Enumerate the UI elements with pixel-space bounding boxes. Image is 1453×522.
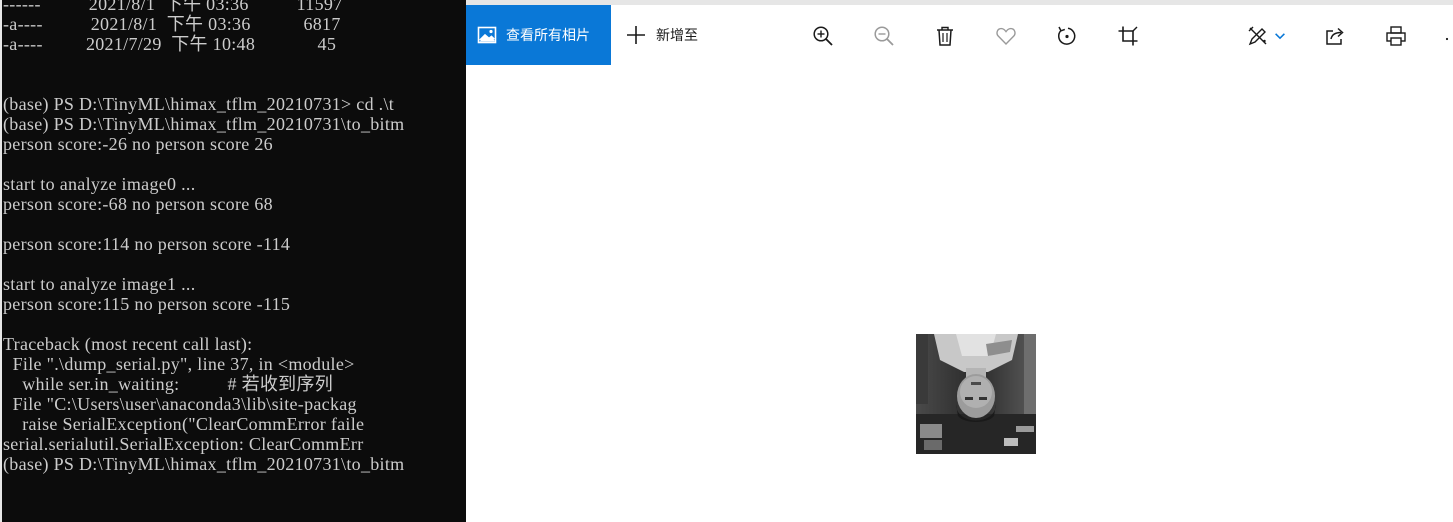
zoom-out-button[interactable] [870, 22, 898, 50]
terminal-line: (base) PS D:\TinyML\himax_tflm_20210731\… [3, 454, 405, 474]
more-dots-icon [1445, 37, 1449, 41]
view-all-photos-button[interactable]: 查看所有相片 [466, 5, 611, 65]
terminal-line: while ser.in_waiting: # 若收到序列 [3, 374, 334, 394]
edit-brush-icon [1248, 26, 1267, 46]
terminal-line: person score:-68 no person score 68 [3, 194, 273, 214]
chevron-down-icon [1275, 33, 1285, 40]
trash-icon [937, 26, 953, 46]
share-button[interactable] [1321, 22, 1349, 50]
zoom-in-icon [813, 26, 833, 46]
terminal-line: ------ 2021/8/1 下午 03:36 11597 [3, 0, 343, 14]
rotate-button[interactable] [1053, 22, 1081, 50]
terminal-line: Traceback (most recent call last): [3, 334, 253, 354]
zoom-in-button[interactable] [809, 22, 837, 50]
photo-gallery-icon [477, 26, 497, 44]
plus-icon [627, 26, 645, 44]
share-icon [1326, 27, 1344, 45]
terminal-line: start to analyze image1 ... [3, 274, 196, 294]
crop-button[interactable] [1114, 22, 1142, 50]
add-to-button[interactable]: 新增至 [626, 5, 698, 65]
photo-toolbar: 查看所有相片 新增至 [466, 5, 1453, 65]
crop-icon [1118, 26, 1138, 46]
edit-dropdown-button[interactable] [1272, 22, 1288, 50]
terminal-edge [0, 0, 2, 522]
terminal-window[interactable]: ------ 2021/8/1 下午 03:36 11597 -a---- 20… [0, 0, 466, 522]
rotate-icon [1057, 26, 1076, 45]
heart-icon [996, 27, 1016, 46]
print-button[interactable] [1382, 22, 1410, 50]
terminal-line: File "C:\Users\user\anaconda3\lib\site-p… [3, 394, 357, 414]
displayed-photo [916, 334, 1036, 454]
terminal-line: raise SerialException("ClearCommError fa… [3, 414, 365, 434]
terminal-line: start to analyze image0 ... [3, 174, 196, 194]
delete-button[interactable] [931, 22, 959, 50]
edit-create-button[interactable] [1244, 22, 1272, 50]
terminal-line: person score:-26 no person score 26 [3, 134, 273, 154]
view-all-photos-label: 查看所有相片 [506, 28, 590, 44]
terminal-line: -a---- 2021/7/29 下午 10:48 45 [3, 34, 337, 54]
more-options-button[interactable] [1438, 22, 1453, 50]
terminal-line: (base) PS D:\TinyML\himax_tflm_20210731>… [3, 94, 395, 114]
terminal-line: person score:114 no person score -114 [3, 234, 291, 254]
terminal-line: person score:115 no person score -115 [3, 294, 291, 314]
add-to-label: 新增至 [656, 28, 698, 44]
terminal-line: -a---- 2021/8/1 下午 03:36 6817 [3, 14, 341, 34]
terminal-line: serial.serialutil.SerialException: Clear… [3, 434, 364, 454]
terminal-line: File ".\dump_serial.py", line 37, in <mo… [3, 354, 355, 374]
zoom-out-icon [874, 26, 894, 46]
printer-icon [1386, 26, 1406, 46]
terminal-line: (base) PS D:\TinyML\himax_tflm_20210731\… [3, 114, 405, 134]
photos-app-window: 查看所有相片 新增至 [466, 0, 1453, 522]
terminal-output: ------ 2021/8/1 下午 03:36 11597 -a---- 20… [3, 0, 404, 474]
favorite-button[interactable] [992, 22, 1020, 50]
